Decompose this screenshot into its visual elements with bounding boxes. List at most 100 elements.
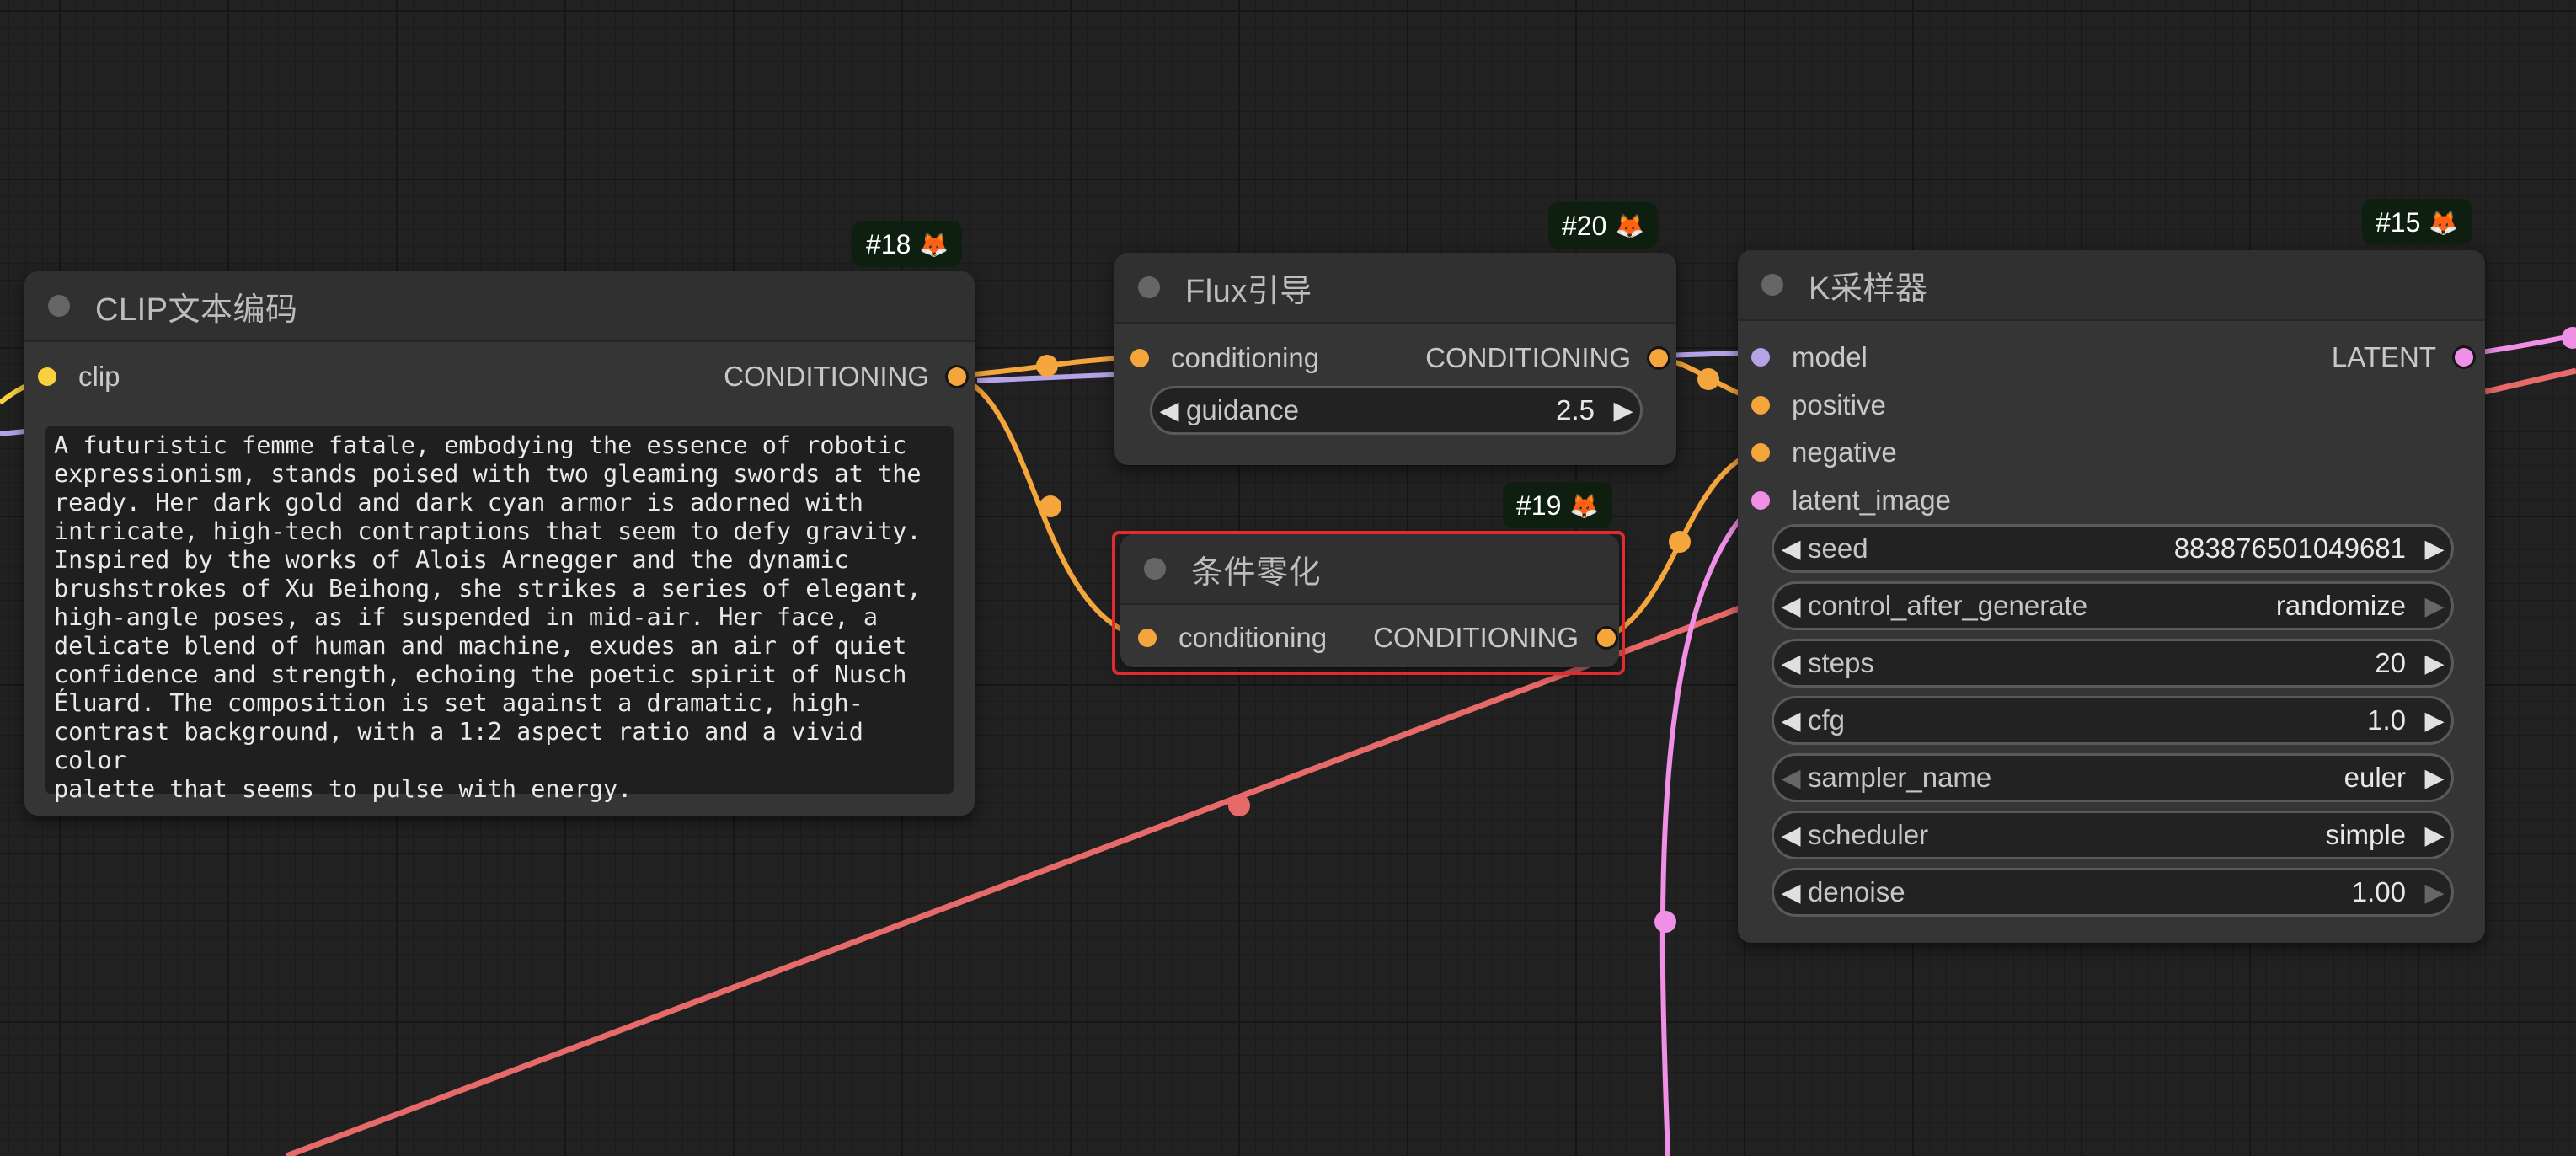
slot-label: clip bbox=[78, 361, 120, 392]
node-title: 条件零化 bbox=[1191, 554, 1322, 591]
widget-label: steps bbox=[1808, 647, 1874, 678]
output-slot-latent[interactable]: LATENT bbox=[2332, 341, 2473, 373]
link-vae-right bbox=[2484, 367, 2576, 395]
widget-label: guidance bbox=[1186, 394, 1299, 425]
slot-label: conditioning bbox=[1178, 622, 1328, 653]
input-slot-conditioning[interactable]: conditioning bbox=[1130, 342, 1319, 374]
slot-label: model bbox=[1792, 341, 1868, 372]
input-port[interactable] bbox=[1751, 443, 1770, 462]
sampler-name-widget[interactable]: ◀ sampler_name euler ▶ bbox=[1772, 753, 2454, 802]
node-id-badge: #20 🦊 bbox=[1548, 202, 1659, 249]
widget-label: cfg bbox=[1808, 704, 1846, 736]
widget-value: 1.00 bbox=[2351, 876, 2406, 907]
input-port[interactable] bbox=[1138, 629, 1157, 647]
link-reroute-dot bbox=[1036, 355, 1058, 377]
widget-value: 883876501049681 bbox=[2173, 533, 2406, 564]
increment-arrow-icon[interactable]: ▶ bbox=[1606, 396, 1640, 425]
fox-icon: 🦊 bbox=[2429, 210, 2459, 236]
input-slot-negative[interactable]: negative bbox=[1751, 436, 1897, 468]
output-port[interactable] bbox=[1649, 349, 1668, 367]
input-slot-clip[interactable]: clip bbox=[38, 361, 120, 393]
node-title: Flux引导 bbox=[1185, 273, 1312, 309]
slot-label: CONDITIONING bbox=[1425, 342, 1631, 373]
widget-value: 20 bbox=[2375, 647, 2406, 678]
widget-label: seed bbox=[1808, 533, 1868, 564]
slot-label: LATENT bbox=[2331, 341, 2436, 372]
slot-label: negative bbox=[1792, 436, 1897, 468]
output-slot-conditioning[interactable]: CONDITIONING bbox=[724, 361, 966, 393]
output-slot-conditioning[interactable]: CONDITIONING bbox=[1373, 622, 1616, 654]
cfg-widget[interactable]: ◀ cfg 1.0 ▶ bbox=[1772, 696, 2454, 745]
fox-icon: 🦊 bbox=[1615, 213, 1645, 239]
node-id-badge: #19 🦊 bbox=[1503, 482, 1613, 528]
link-reroute-dot bbox=[1669, 531, 1691, 553]
node-header[interactable]: Flux引导 bbox=[1114, 253, 1676, 324]
clip-text-encode-node[interactable]: CLIP文本编码 clip CONDITIONING A futuristic … bbox=[24, 271, 975, 816]
link-reroute-dot bbox=[1697, 368, 1719, 390]
node-id-badge: #15 🦊 bbox=[2362, 199, 2472, 245]
widget-label: denoise bbox=[1808, 876, 1905, 907]
conditioning-zero-out-node[interactable]: 条件零化 conditioning CONDITIONING bbox=[1120, 534, 1619, 667]
control-after-generate-widget[interactable]: ◀ control_after_generate randomize ▶ bbox=[1772, 581, 2454, 630]
input-port[interactable] bbox=[1751, 348, 1770, 367]
widget-label: sampler_name bbox=[1808, 762, 1992, 793]
increment-arrow-icon[interactable]: ▶ bbox=[2418, 763, 2451, 793]
node-header[interactable]: CLIP文本编码 bbox=[24, 271, 975, 342]
node-title: K采样器 bbox=[1809, 270, 1928, 307]
decrement-arrow-icon[interactable]: ◀ bbox=[1774, 591, 1808, 621]
increment-arrow-icon[interactable]: ▶ bbox=[2418, 878, 2451, 907]
decrement-arrow-icon[interactable]: ◀ bbox=[1774, 878, 1808, 907]
link-reroute-dot bbox=[1654, 911, 1676, 933]
widget-value: randomize bbox=[2275, 590, 2406, 621]
decrement-arrow-icon[interactable]: ◀ bbox=[1774, 706, 1808, 736]
link-reroute-dot bbox=[2562, 327, 2576, 349]
node-header[interactable]: K采样器 bbox=[1738, 250, 2485, 321]
increment-arrow-icon[interactable]: ▶ bbox=[2418, 534, 2451, 564]
link-reroute-dot bbox=[1039, 495, 1061, 517]
denoise-widget[interactable]: ◀ denoise 1.00 ▶ bbox=[1772, 868, 2454, 917]
node-header[interactable]: 条件零化 bbox=[1120, 534, 1619, 605]
slot-label: CONDITIONING bbox=[1373, 622, 1579, 653]
input-port[interactable] bbox=[1130, 349, 1149, 367]
node-id-badge: #18 🦊 bbox=[852, 221, 963, 267]
input-port[interactable] bbox=[1751, 491, 1770, 510]
slot-label: CONDITIONING bbox=[724, 361, 929, 392]
prompt-textarea[interactable]: A futuristic femme fatale, embodying the… bbox=[45, 426, 954, 803]
guidance-widget[interactable]: ◀ guidance 2.5 ▶ bbox=[1150, 386, 1643, 435]
flux-guidance-node[interactable]: Flux引导 conditioning CONDITIONING ◀ guida… bbox=[1114, 253, 1676, 465]
decrement-arrow-icon[interactable]: ◀ bbox=[1774, 649, 1808, 678]
collapse-toggle[interactable] bbox=[1144, 558, 1166, 580]
decrement-arrow-icon[interactable]: ◀ bbox=[1774, 821, 1808, 850]
input-slot-latent-image[interactable]: latent_image bbox=[1751, 484, 1951, 516]
scheduler-widget[interactable]: ◀ scheduler simple ▶ bbox=[1772, 811, 2454, 859]
output-slot-conditioning[interactable]: CONDITIONING bbox=[1425, 342, 1668, 374]
increment-arrow-icon[interactable]: ▶ bbox=[2418, 706, 2451, 736]
input-port[interactable] bbox=[1751, 396, 1770, 415]
seed-widget[interactable]: ◀ seed 883876501049681 ▶ bbox=[1772, 524, 2454, 573]
input-slot-model[interactable]: model bbox=[1751, 341, 1868, 373]
output-port[interactable] bbox=[948, 367, 966, 386]
widget-value: 1.0 bbox=[2367, 704, 2406, 736]
output-port[interactable] bbox=[2455, 348, 2473, 367]
ksampler-node[interactable]: K采样器 model positive negative latent_imag… bbox=[1738, 250, 2485, 943]
fox-icon: 🦊 bbox=[919, 232, 949, 258]
increment-arrow-icon[interactable]: ▶ bbox=[2418, 591, 2451, 621]
collapse-toggle[interactable] bbox=[1138, 276, 1160, 298]
decrement-arrow-icon[interactable]: ◀ bbox=[1774, 763, 1808, 793]
input-port[interactable] bbox=[38, 367, 56, 386]
widget-value: simple bbox=[2325, 819, 2406, 850]
increment-arrow-icon[interactable]: ▶ bbox=[2418, 649, 2451, 678]
increment-arrow-icon[interactable]: ▶ bbox=[2418, 821, 2451, 850]
output-port[interactable] bbox=[1597, 629, 1616, 647]
collapse-toggle[interactable] bbox=[1761, 274, 1783, 296]
input-slot-conditioning[interactable]: conditioning bbox=[1138, 622, 1327, 654]
widget-value: 2.5 bbox=[1556, 394, 1595, 425]
steps-widget[interactable]: ◀ steps 20 ▶ bbox=[1772, 639, 2454, 688]
link-reroute-dot bbox=[1228, 795, 1250, 816]
decrement-arrow-icon[interactable]: ◀ bbox=[1152, 396, 1186, 425]
collapse-toggle[interactable] bbox=[48, 295, 70, 317]
decrement-arrow-icon[interactable]: ◀ bbox=[1774, 534, 1808, 564]
fox-icon: 🦊 bbox=[1569, 493, 1600, 519]
input-slot-positive[interactable]: positive bbox=[1751, 389, 1886, 421]
link-model-left bbox=[0, 429, 26, 436]
